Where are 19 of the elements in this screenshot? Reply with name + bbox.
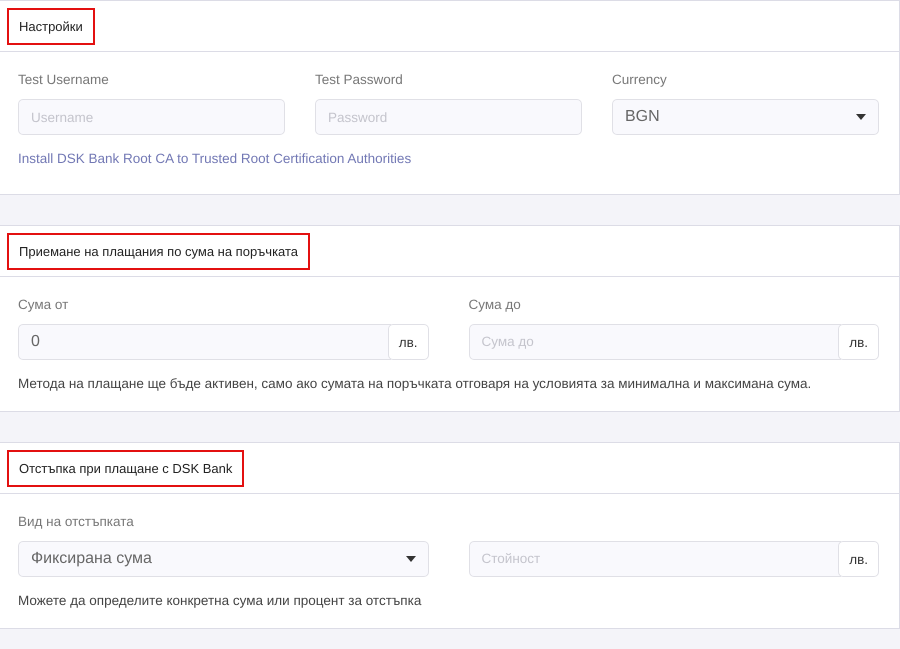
- help-text: Можете да определите конкретна сума или процент за отстъпка: [18, 593, 422, 608]
- field-label: Test Username: [18, 72, 110, 89]
- caret-icon: [856, 114, 866, 120]
- help-text: Метода на плащане ще бъде активен, само ако сумата на поръчката отговаря на условията за минимална и максимана сума.: [18, 376, 812, 391]
- field-label: Вид на отстъпката: [18, 514, 135, 531]
- dropdown[interactable]: Фиксирана сума: [18, 541, 428, 577]
- install-link[interactable]: Install DSK Bank Root CA to Trusted Root Certification Authorities: [18, 151, 412, 166]
- section-title: Отстъпка при плащане с DSK Bank: [7, 450, 244, 486]
- caret-icon: [406, 556, 416, 562]
- field-label: Test Password: [315, 72, 404, 89]
- field-label: Сума до: [468, 297, 522, 314]
- dropdown[interactable]: BGN: [612, 99, 879, 135]
- field-label: Currency: [612, 72, 668, 89]
- field-label: Сума от: [18, 297, 70, 314]
- currency-addon: лв.: [838, 324, 879, 360]
- input-field[interactable]: 0: [18, 324, 391, 360]
- section-title: Настройки: [7, 8, 95, 44]
- section-title: Приемане на плащания по сума на поръчката: [7, 232, 310, 270]
- currency-addon: лв.: [838, 541, 879, 577]
